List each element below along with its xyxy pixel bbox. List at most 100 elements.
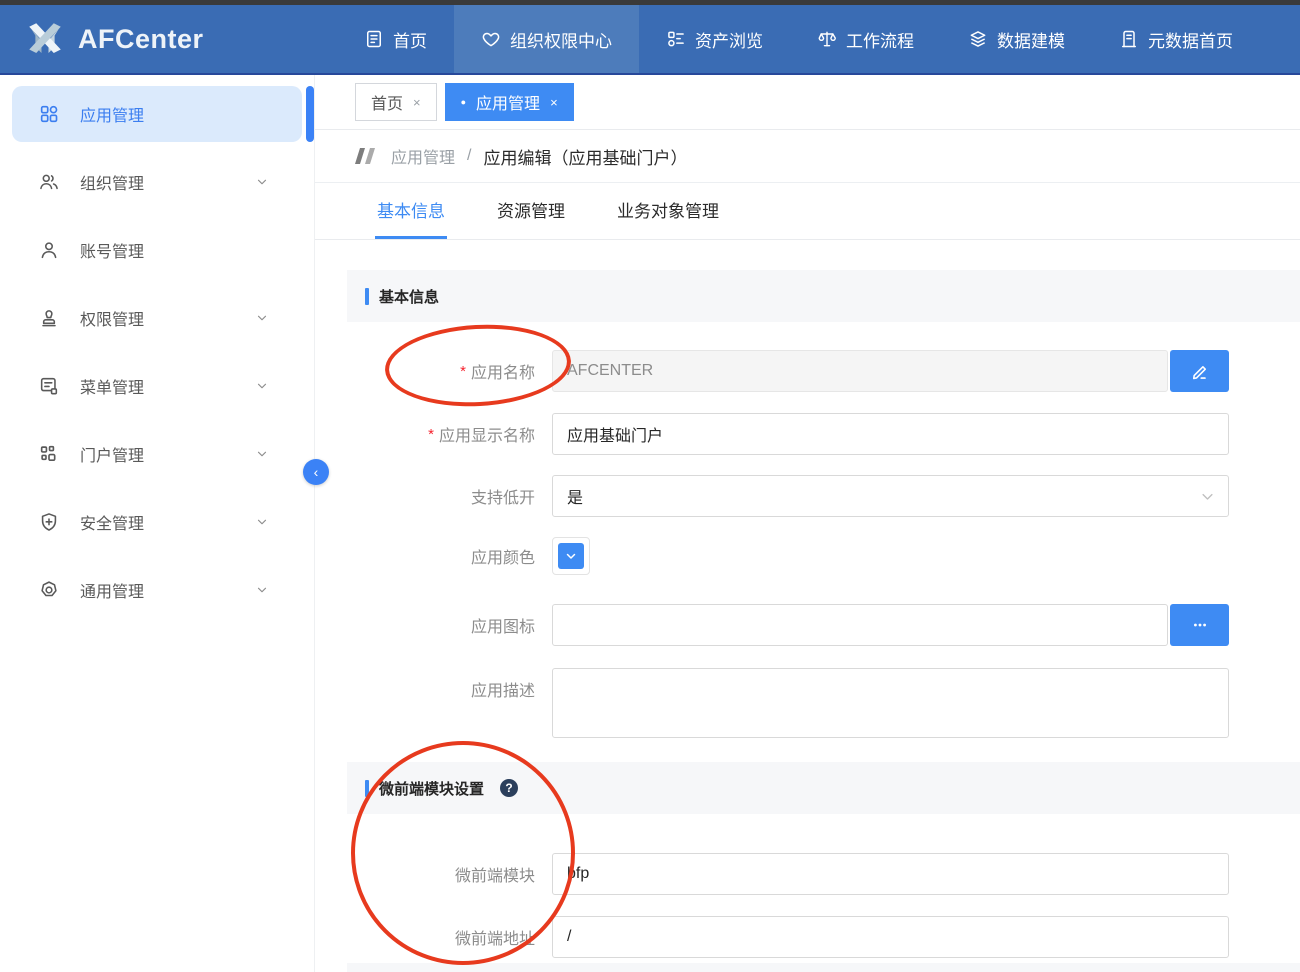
browse-app-icon-button[interactable] (1170, 604, 1229, 646)
sidebar-item-label: 通用管理 (80, 578, 144, 602)
home-doc-icon (364, 29, 384, 49)
breadcrumb: 应用管理 / 应用编辑（应用基础门户） (315, 130, 1300, 183)
close-icon[interactable]: × (550, 95, 558, 110)
edit-pencil-icon (1190, 361, 1210, 381)
section-title: 基本信息 (379, 286, 439, 307)
app-grid-icon (38, 103, 60, 125)
breadcrumb-slashes-icon (353, 147, 379, 165)
sidebar-item-menu[interactable]: 菜单管理 (12, 358, 302, 414)
app-icon-input[interactable] (552, 604, 1168, 646)
workflow-scale-icon (817, 29, 837, 49)
active-dot-icon: ● (461, 98, 466, 107)
heart-icon (481, 29, 501, 49)
main-content: 首页 × ● 应用管理 × 应用管理 / 应用编辑（应用基础门户） 基本信息 资… (315, 75, 1300, 972)
page-tab-home[interactable]: 首页 × (355, 83, 437, 121)
nav-item-metadata-home[interactable]: 元数据首页 (1092, 5, 1260, 73)
sidebar-item-label: 菜单管理 (80, 374, 144, 398)
app-description-textarea[interactable] (552, 668, 1229, 738)
nav-label: 工作流程 (846, 27, 914, 52)
asset-browse-icon (666, 29, 686, 49)
brand-logo[interactable]: AFCenter (0, 18, 315, 60)
sidebar-item-organization[interactable]: 组织管理 (12, 154, 302, 210)
sidebar-item-general[interactable]: 通用管理 (12, 562, 302, 618)
tab-resource-management[interactable]: 资源管理 (495, 183, 567, 239)
general-gear-icon (38, 579, 60, 601)
nav-label: 数据建模 (997, 27, 1065, 52)
app-color-picker[interactable] (552, 537, 590, 575)
chevron-down-icon[interactable] (255, 583, 269, 597)
sidebar-item-label: 组织管理 (80, 170, 144, 194)
breadcrumb-parent[interactable]: 应用管理 (391, 144, 455, 168)
permission-stamp-icon (38, 307, 60, 329)
form-row-app-color: 应用颜色 (315, 537, 1300, 575)
required-mark: * (428, 426, 434, 443)
afcenter-logo-icon (24, 18, 66, 60)
top-nav-items: 首页 组织权限中心 资产浏览 工作流程 数据建模 元数据首页 (337, 5, 1260, 73)
org-people-icon (38, 171, 60, 193)
section-basic-info: 基本信息 (347, 270, 1300, 322)
page-tab-label: 应用管理 (476, 90, 540, 114)
sidebar-item-security[interactable]: 安全管理 (12, 494, 302, 550)
sidebar-scrollbar-thumb[interactable] (306, 86, 314, 142)
support-lowcode-select[interactable]: 是 (552, 475, 1229, 517)
nav-label: 资产浏览 (695, 27, 763, 52)
page-tab-bar: 首页 × ● 应用管理 × (315, 75, 1300, 130)
data-layers-icon (968, 29, 988, 49)
app-name-input[interactable] (552, 350, 1168, 392)
form-row-app-name: * 应用名称 (315, 350, 1300, 392)
breadcrumb-current: 应用编辑（应用基础门户） (483, 144, 687, 169)
field-label: * 应用名称 (315, 350, 535, 392)
breadcrumb-separator: / (467, 147, 471, 165)
sidebar-item-label: 安全管理 (80, 510, 144, 534)
close-icon[interactable]: × (413, 95, 421, 110)
chevron-down-icon[interactable] (255, 515, 269, 529)
chevron-down-icon[interactable] (255, 447, 269, 461)
top-dark-strip (0, 0, 1300, 5)
field-label: * 应用显示名称 (315, 413, 535, 455)
portal-grid-icon (38, 443, 60, 465)
section-accent-bar (365, 288, 369, 305)
select-value: 是 (567, 484, 583, 508)
sidebar-item-label: 账号管理 (80, 238, 144, 262)
section-accent-bar (365, 780, 369, 797)
metadata-doc-icon (1119, 29, 1139, 49)
form-row-app-display-name: * 应用显示名称 (315, 413, 1300, 455)
next-section-strip-partial (347, 963, 1300, 972)
nav-item-org-permission-center[interactable]: 组织权限中心 (454, 5, 639, 73)
chevron-down-icon[interactable] (255, 379, 269, 393)
sidebar-item-label: 门户管理 (80, 442, 144, 466)
field-label: 应用描述 (315, 668, 535, 710)
sidebar-item-permission[interactable]: 权限管理 (12, 290, 302, 346)
form-row-app-description: 应用描述 (315, 668, 1300, 738)
sidebar-collapse-button[interactable]: ‹ (303, 459, 329, 485)
chevron-down-icon[interactable] (255, 175, 269, 189)
sidebar-item-portal[interactable]: 门户管理 (12, 426, 302, 482)
required-mark: * (460, 363, 466, 380)
help-icon[interactable]: ? (500, 779, 518, 797)
nav-item-workflow[interactable]: 工作流程 (790, 5, 941, 73)
app-display-name-input[interactable] (552, 413, 1229, 455)
nav-item-asset-browse[interactable]: 资产浏览 (639, 5, 790, 73)
edit-app-name-button[interactable] (1170, 350, 1229, 392)
form-row-support-lowcode: 支持低开 是 (315, 475, 1300, 517)
nav-item-data-modeling[interactable]: 数据建模 (941, 5, 1092, 73)
page-tab-app-management[interactable]: ● 应用管理 × (445, 83, 574, 121)
field-label: 支持低开 (315, 475, 535, 517)
chevron-down-icon (565, 550, 577, 562)
nav-item-home[interactable]: 首页 (337, 5, 454, 73)
field-label: 微前端模块 (315, 853, 535, 895)
section-micro-frontend: 微前端模块设置 ? (347, 762, 1300, 814)
chevron-down-icon[interactable] (255, 311, 269, 325)
tab-basic-info[interactable]: 基本信息 (375, 183, 447, 239)
chevron-down-icon (1200, 489, 1215, 504)
sidebar-item-label: 权限管理 (80, 306, 144, 330)
tab-business-object-management[interactable]: 业务对象管理 (615, 183, 721, 239)
micro-frontend-address-input[interactable] (552, 916, 1229, 958)
sidebar-item-account[interactable]: 账号管理 (12, 222, 302, 278)
section-title: 微前端模块设置 (379, 778, 484, 799)
field-label: 应用颜色 (315, 537, 535, 575)
form-row-micro-url: 微前端地址 (315, 916, 1300, 958)
brand-name: AFCenter (78, 24, 204, 55)
micro-frontend-module-input[interactable] (552, 853, 1229, 895)
sidebar-item-app-management[interactable]: 应用管理 (12, 86, 302, 142)
